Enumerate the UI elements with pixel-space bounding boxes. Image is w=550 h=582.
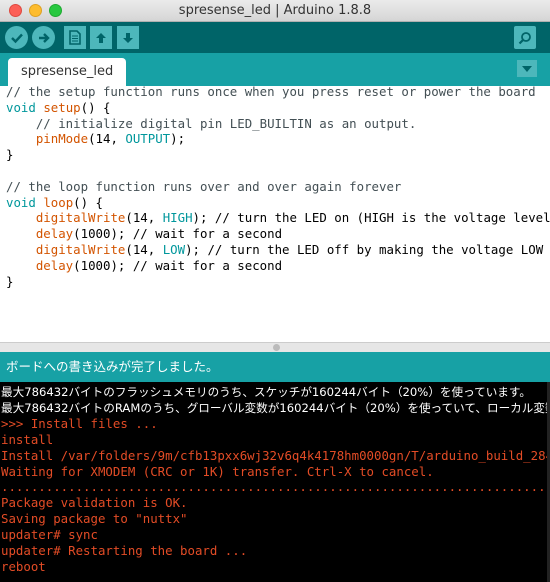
code-line: // the loop function runs over and over … (6, 179, 401, 195)
code-line: } (6, 147, 13, 163)
code-token: ); // turn the LED off by making the vol… (185, 242, 544, 257)
code-token: loop (43, 194, 74, 210)
code-token: () { (73, 194, 103, 210)
code-token: (1000); // wait for a second (73, 226, 283, 242)
code-token: (1000); // wait for a second (73, 257, 283, 273)
code-token: // initialize digital pin LED_BUILTIN as… (6, 115, 417, 131)
upload-button[interactable] (32, 26, 55, 49)
code-token: OUTPUT (125, 131, 171, 147)
arrow-up-icon (96, 32, 106, 43)
arrow-right-icon (38, 32, 50, 43)
window-title: spresense_led | Arduino 1.8.8 (178, 3, 372, 18)
arrow-down-icon (123, 32, 133, 43)
console-line: Package validation is OK. (1, 495, 188, 511)
code-editor[interactable]: // the setup function runs once when you… (0, 86, 550, 342)
divider-grip-icon[interactable] (273, 344, 280, 351)
code-token: delay (35, 257, 74, 273)
code-token: HIGH (162, 210, 193, 226)
code-token: digitalWrite (35, 242, 126, 257)
code-token: (14, (125, 242, 163, 257)
console-line: install (1, 431, 54, 447)
console-line: ........................................… (1, 479, 550, 495)
tab-bar: spresense_led (0, 53, 550, 86)
checkmark-icon (10, 33, 23, 43)
code-token: void (6, 194, 36, 210)
tab-spresense-led[interactable]: spresense_led (8, 58, 127, 86)
output-console[interactable]: 最大786432バイトのフラッシュメモリのうち、スケッチが160244バイト（2… (0, 382, 550, 582)
console-line: 最大786432バイトのRAMのうち、グローバル変数が160244バイト（20%… (1, 400, 550, 415)
toolbar (0, 22, 550, 53)
pane-divider[interactable] (0, 342, 550, 352)
console-line: >>> Install files ... (1, 415, 158, 431)
code-line: // initialize digital pin LED_BUILTIN as… (6, 116, 416, 132)
code-token: // the loop function runs over and over … (6, 178, 402, 194)
code-token: digitalWrite (35, 210, 126, 226)
code-line: delay(1000); // wait for a second (6, 226, 282, 242)
code-line: pinMode(14, OUTPUT); (6, 131, 185, 147)
code-token: LOW (162, 242, 186, 257)
code-token: } (6, 273, 14, 289)
code-token: (14, (88, 131, 126, 147)
console-line: Install /var/folders/9m/cfb13pxx6wj32v6q… (1, 447, 550, 463)
code-token: setup (43, 99, 81, 115)
serial-monitor-button[interactable] (514, 26, 536, 49)
code-token: void (6, 99, 36, 115)
console-line: updater# sync (1, 527, 98, 543)
code-token: ); (170, 131, 186, 147)
status-message: ボードへの書き込みが完了しました。 (0, 352, 550, 382)
save-button[interactable] (117, 26, 139, 49)
code-token: delay (35, 226, 74, 242)
new-file-icon (69, 30, 81, 45)
code-token: } (6, 147, 14, 163)
code-token: // the setup function runs once when you… (6, 86, 536, 99)
window-titlebar: spresense_led | Arduino 1.8.8 (0, 0, 550, 22)
code-line: digitalWrite(14, HIGH); // turn the LED … (6, 210, 550, 226)
code-line: void setup() { (6, 100, 110, 116)
code-token: () { (80, 99, 111, 115)
code-line: delay(1000); // wait for a second (6, 258, 282, 274)
console-line: Waiting for XMODEM (CRC or 1K) transfer.… (1, 463, 434, 479)
code-token: (14, (125, 210, 163, 226)
code-line: void loop() { (6, 195, 103, 211)
code-line: } (6, 274, 13, 290)
open-button[interactable] (90, 26, 112, 49)
console-line: updater# Restarting the board ... (1, 543, 248, 558)
code-token: ); // turn the LED on (HIGH is the volta… (192, 210, 550, 226)
code-token: pinMode (35, 131, 89, 147)
code-line: // the setup function runs once when you… (6, 86, 536, 100)
console-line: Saving package to "nuttx" (1, 511, 188, 527)
verify-button[interactable] (5, 26, 28, 49)
magnifier-icon (518, 31, 531, 44)
code-line: digitalWrite(14, LOW); // turn the LED o… (6, 242, 543, 258)
triangle-down-icon (522, 65, 532, 72)
new-button[interactable] (64, 26, 86, 49)
console-line: 最大786432バイトのフラッシュメモリのうち、スケッチが160244バイト（2… (1, 385, 531, 399)
console-line: reboot (1, 558, 46, 574)
tab-menu-button[interactable] (517, 60, 537, 77)
